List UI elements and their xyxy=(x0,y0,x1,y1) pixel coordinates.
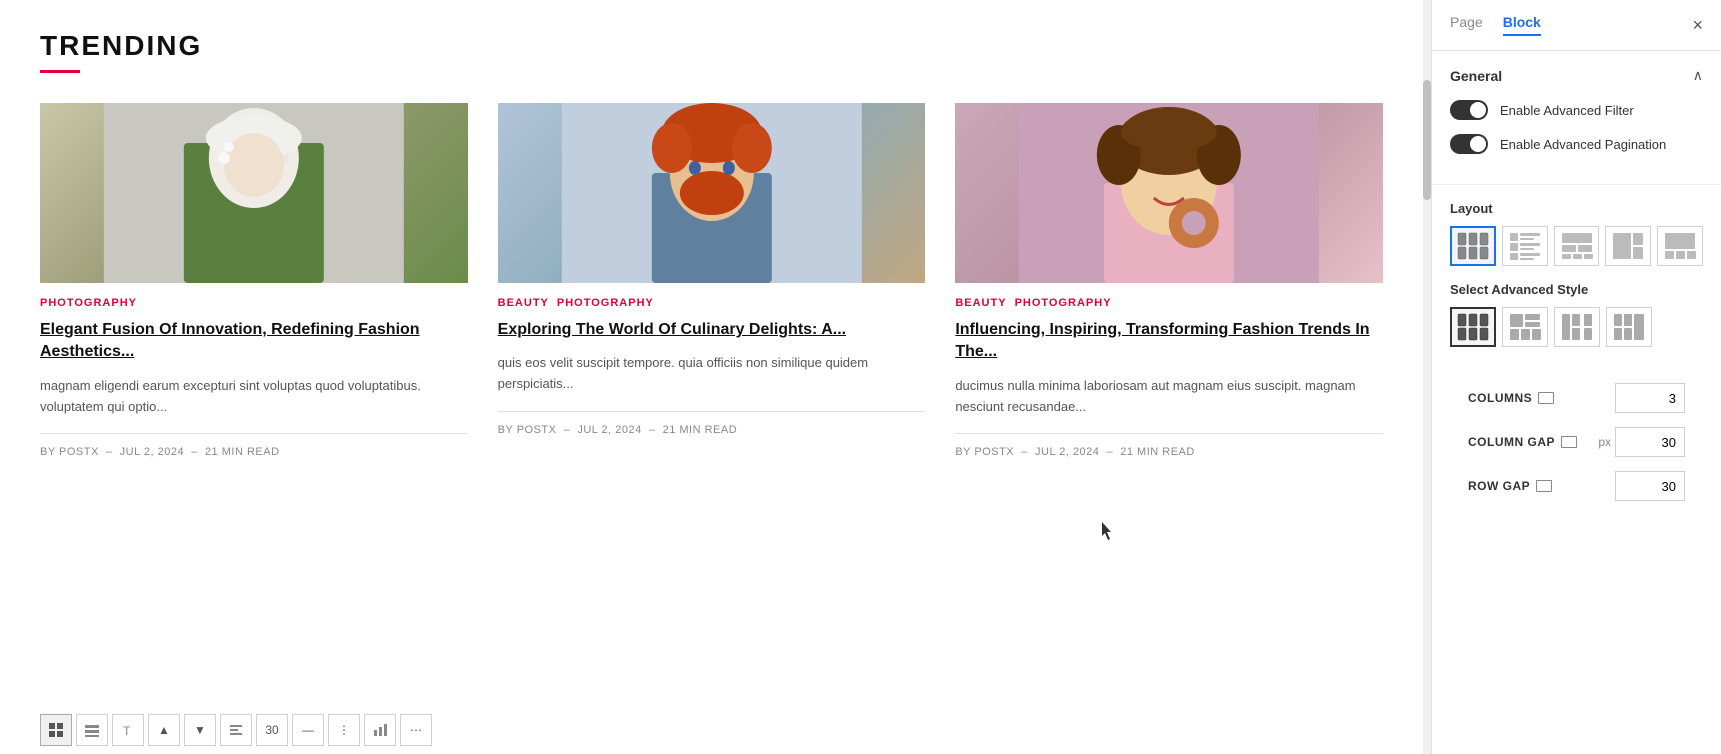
adv-style-option-3[interactable] xyxy=(1554,307,1600,347)
chevron-up-icon[interactable]: ∧ xyxy=(1693,67,1703,84)
post-category: BEAUTY xyxy=(955,297,1006,309)
layout-option-1[interactable] xyxy=(1450,226,1496,266)
post-divider-1 xyxy=(40,433,468,434)
layout-option-4[interactable] xyxy=(1605,226,1651,266)
post-image-3 xyxy=(955,103,1383,283)
toolbar-up-btn[interactable]: ▲ xyxy=(148,714,180,746)
page-title: TRENDING xyxy=(40,30,1383,62)
toolbar-chart-btn[interactable] xyxy=(364,714,396,746)
enable-filter-toggle[interactable] xyxy=(1450,100,1488,120)
toolbar-more-btn[interactable]: ⋯ xyxy=(400,714,432,746)
tab-page[interactable]: Page xyxy=(1450,14,1483,36)
post-image-1 xyxy=(40,103,468,283)
monitor-icon-columns xyxy=(1538,392,1554,404)
monitor-icon-row-gap xyxy=(1536,480,1552,492)
row-gap-label-group: ROW GAP xyxy=(1468,479,1552,493)
layout-label: Layout xyxy=(1450,201,1703,216)
panel-tabs: Page Block xyxy=(1450,14,1541,36)
column-gap-unit: px xyxy=(1598,435,1611,449)
panel-close-button[interactable]: × xyxy=(1692,15,1703,36)
post-category: PHOTOGRAPHY xyxy=(40,297,137,309)
column-gap-label: COLUMN GAP xyxy=(1468,435,1555,449)
columns-field-row: COLUMNS xyxy=(1468,383,1685,413)
row-gap-label: ROW GAP xyxy=(1468,479,1530,493)
advanced-style-options xyxy=(1450,307,1703,347)
toolbar-div2-btn[interactable]: ⋮ xyxy=(328,714,360,746)
column-gap-input[interactable] xyxy=(1615,427,1685,457)
columns-label-group: COLUMNS xyxy=(1468,391,1554,405)
post-title-2[interactable]: Exploring The World Of Culinary Delights… xyxy=(498,319,926,341)
post-card: PHOTOGRAPHY Elegant Fusion Of Innovation… xyxy=(40,103,468,458)
layout-section: Layout xyxy=(1432,185,1721,547)
section-header-general: General ∧ xyxy=(1450,67,1703,84)
main-content: TRENDING xyxy=(0,0,1423,754)
column-gap-field-row: COLUMN GAP px xyxy=(1468,427,1685,457)
layout-option-2[interactable] xyxy=(1502,226,1548,266)
toolbar-text-btn[interactable]: T xyxy=(112,714,144,746)
toolbar-grid2-btn[interactable] xyxy=(76,714,108,746)
advanced-style-label: Select Advanced Style xyxy=(1450,282,1703,297)
post-meta-2: BY POSTX – JUL 2, 2024 – 21 MIN READ xyxy=(498,424,926,436)
enable-pagination-toggle[interactable] xyxy=(1450,134,1488,154)
toolbar-num-btn[interactable]: 30 xyxy=(256,714,288,746)
adv-style-option-4[interactable] xyxy=(1606,307,1652,347)
post-categories-3: BEAUTY PHOTOGRAPHY xyxy=(955,297,1383,309)
post-divider-2 xyxy=(498,411,926,412)
post-title-3[interactable]: Influencing, Inspiring, Transforming Fas… xyxy=(955,319,1383,364)
posts-grid: PHOTOGRAPHY Elegant Fusion Of Innovation… xyxy=(40,103,1383,458)
column-gap-label-group: COLUMN GAP xyxy=(1468,435,1577,449)
svg-text:T: T xyxy=(123,724,131,738)
panel-header: Page Block × xyxy=(1432,0,1721,51)
layout-option-5[interactable] xyxy=(1657,226,1703,266)
general-section: General ∧ Enable Advanced Filter Enable … xyxy=(1432,51,1721,185)
layout-options xyxy=(1450,226,1703,266)
toggle-row-filter: Enable Advanced Filter xyxy=(1450,100,1703,120)
enable-filter-label: Enable Advanced Filter xyxy=(1500,103,1634,118)
post-meta-1: BY POSTX – JUL 2, 2024 – 21 MIN READ xyxy=(40,446,468,458)
toggle-row-pagination: Enable Advanced Pagination xyxy=(1450,134,1703,154)
post-card: BEAUTY PHOTOGRAPHY Influencing, Inspirin… xyxy=(955,103,1383,458)
enable-pagination-label: Enable Advanced Pagination xyxy=(1500,137,1666,152)
post-meta-3: BY POSTX – JUL 2, 2024 – 21 MIN READ xyxy=(955,446,1383,458)
post-excerpt-1: magnam eligendi earum excepturi sint vol… xyxy=(40,376,468,418)
post-card: BEAUTY PHOTOGRAPHY Exploring The World O… xyxy=(498,103,926,458)
cursor xyxy=(1102,522,1114,540)
title-underline xyxy=(40,70,80,73)
post-excerpt-2: quis eos velit suscipit tempore. quia of… xyxy=(498,353,926,395)
sidebar-panel: Page Block × General ∧ Enable Advanced F… xyxy=(1431,0,1721,754)
post-category: PHOTOGRAPHY xyxy=(557,297,654,309)
bottom-toolbar: T ▲ ▼ 30 — ⋮ ⋯ xyxy=(40,714,432,746)
post-category: PHOTOGRAPHY xyxy=(1015,297,1112,309)
toolbar-down-btn[interactable]: ▼ xyxy=(184,714,216,746)
row-gap-input[interactable] xyxy=(1615,471,1685,501)
adv-style-option-1[interactable] xyxy=(1450,307,1496,347)
scrollbar-thumb[interactable] xyxy=(1423,80,1431,200)
columns-label: COLUMNS xyxy=(1468,391,1532,405)
toolbar-grid1-btn[interactable] xyxy=(40,714,72,746)
toolbar-align-btn[interactable] xyxy=(220,714,252,746)
tab-block[interactable]: Block xyxy=(1503,14,1541,36)
row-gap-field-row: ROW GAP xyxy=(1468,471,1685,501)
general-section-title: General xyxy=(1450,68,1502,84)
toolbar-div1-btn[interactable]: — xyxy=(292,714,324,746)
column-gap-input-group: px xyxy=(1598,427,1685,457)
post-title-1[interactable]: Elegant Fusion Of Innovation, Redefining… xyxy=(40,319,468,364)
adv-style-option-2[interactable] xyxy=(1502,307,1548,347)
post-categories-1: PHOTOGRAPHY xyxy=(40,297,468,309)
layout-option-3[interactable] xyxy=(1554,226,1600,266)
scrollbar-track[interactable] xyxy=(1423,0,1431,754)
fields-section: COLUMNS COLUMN GAP px ROW GAP xyxy=(1450,367,1703,531)
post-category: BEAUTY xyxy=(498,297,549,309)
monitor-icon-column-gap xyxy=(1561,436,1577,448)
post-excerpt-3: ducimus nulla minima laboriosam aut magn… xyxy=(955,376,1383,418)
post-image-2 xyxy=(498,103,926,283)
post-categories-2: BEAUTY PHOTOGRAPHY xyxy=(498,297,926,309)
post-divider-3 xyxy=(955,433,1383,434)
columns-input[interactable] xyxy=(1615,383,1685,413)
